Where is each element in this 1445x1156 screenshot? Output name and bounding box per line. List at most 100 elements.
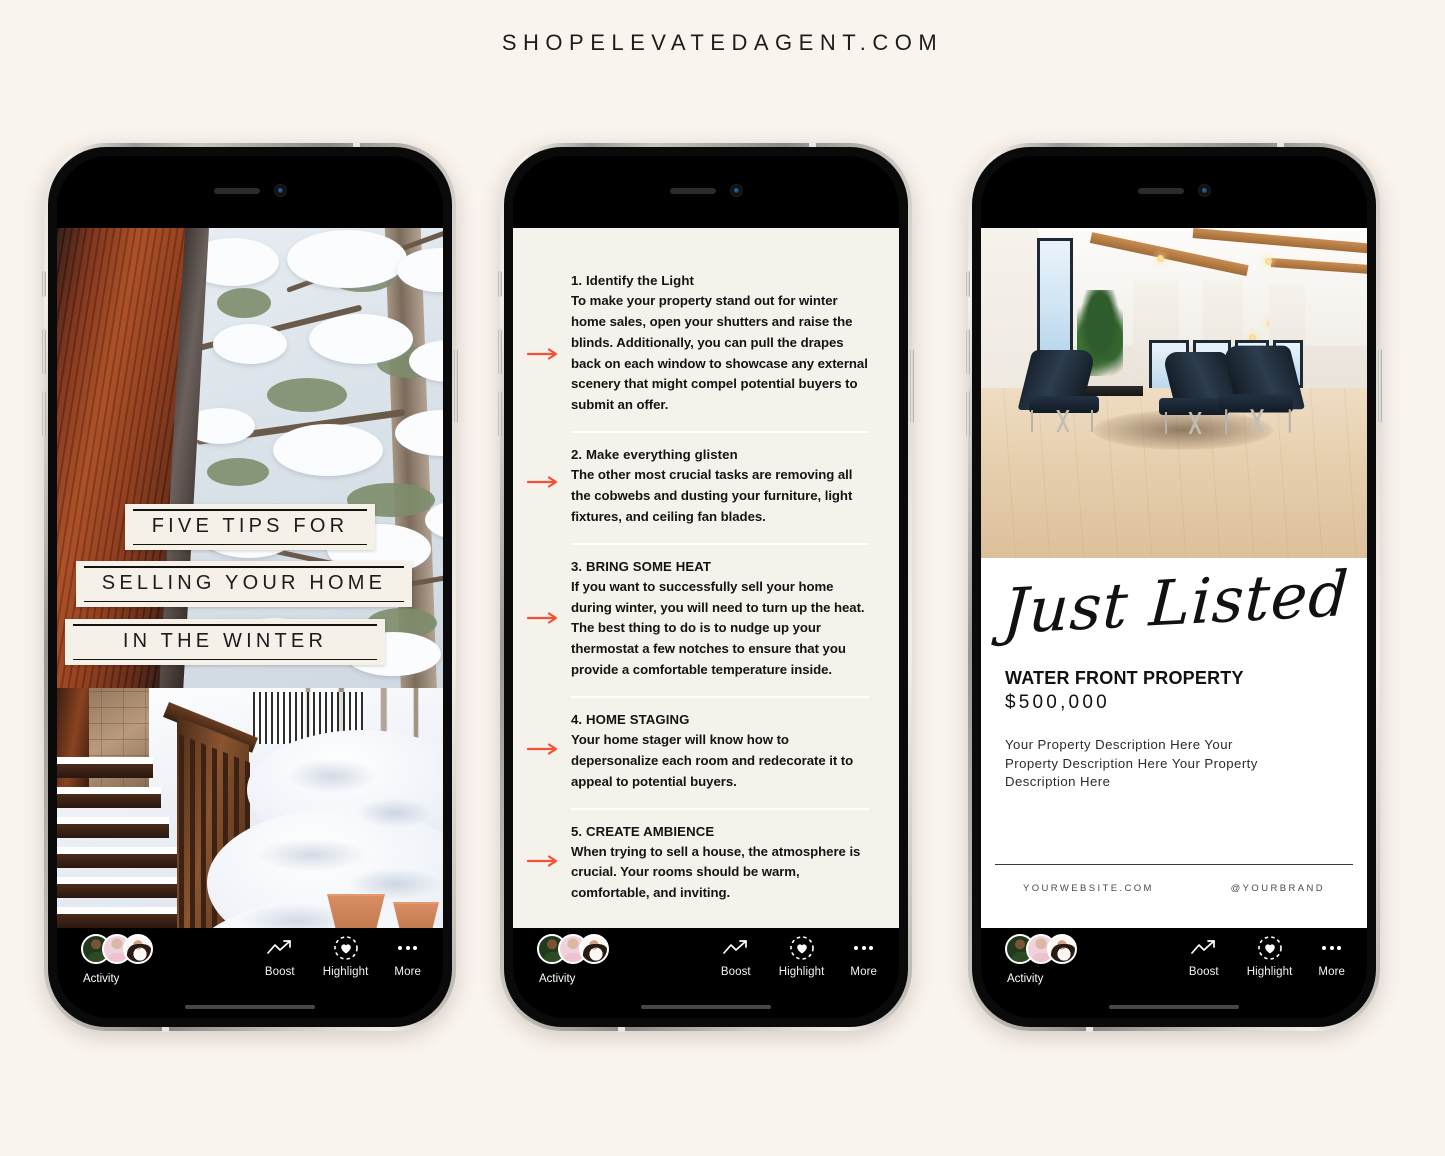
phone-screen: Just Listed WATER FRONT PROPERTY $500,00…	[981, 156, 1367, 1018]
antenna-line-bottom	[618, 1027, 625, 1032]
activity-button[interactable]: Activity	[1003, 934, 1077, 985]
mute-switch[interactable]	[498, 271, 502, 297]
highlight-button[interactable]: Highlight	[323, 934, 369, 978]
highlight-label: Highlight	[322, 966, 369, 978]
terracotta-pot-2	[393, 902, 439, 928]
just-listed-title: Just Listed	[1001, 556, 1352, 649]
power-button[interactable]	[454, 349, 458, 423]
earpiece-speaker-icon	[1137, 187, 1184, 194]
phone-screen: 1. Identify the Light To make your prope…	[513, 156, 899, 1018]
boost-button[interactable]: Boost	[1189, 934, 1219, 978]
activity-avatars	[79, 934, 153, 964]
activity-avatars	[1003, 934, 1077, 964]
tip-item: 5. CREATE AMBIENCE When trying to sell a…	[527, 823, 869, 905]
boost-label: Boost	[720, 966, 751, 978]
tip-heading: 2. Make everything glisten	[571, 447, 738, 463]
story-toolbar: Activity Boost Highlight More	[57, 934, 443, 1000]
heart-highlight-icon	[333, 934, 359, 962]
story-canvas-3[interactable]: Just Listed WATER FRONT PROPERTY $500,00…	[981, 228, 1367, 928]
antenna-line-top	[809, 142, 816, 147]
earpiece-speaker-icon	[213, 187, 260, 194]
antenna-line-top	[353, 142, 360, 147]
ellipsis-icon	[854, 934, 874, 962]
volume-up-button[interactable]	[966, 329, 970, 375]
boost-button[interactable]: Boost	[721, 934, 751, 978]
volume-up-button[interactable]	[42, 329, 46, 375]
activity-label: Activity	[83, 973, 120, 985]
avatar	[579, 934, 609, 964]
activity-avatars	[535, 934, 609, 964]
antenna-line-top	[1277, 142, 1284, 147]
tip-divider	[571, 431, 869, 434]
antenna-line-bottom	[162, 1027, 169, 1032]
tip-divider	[571, 807, 869, 810]
story-toolbar: Activity Boost Highlight More	[981, 934, 1367, 1000]
title-line-2: SELLING YOUR HOME	[101, 572, 387, 594]
power-button[interactable]	[1378, 349, 1382, 423]
tips-panel: 1. Identify the Light To make your prope…	[513, 228, 899, 928]
window	[1037, 238, 1073, 356]
page-title: SHOPELEVATEDAGENT.COM	[501, 30, 944, 55]
tip-item: 1. Identify the Light To make your prope…	[527, 273, 869, 416]
title-plate-1: FIVE TIPS FOR	[125, 504, 375, 550]
phone-mockup-3: Just Listed WATER FRONT PROPERTY $500,00…	[966, 142, 1382, 1032]
notch-area	[513, 184, 899, 197]
poster-canvas: SHOPELEVATEDAGENT.COM FIVE TIPS FOR SELL…	[0, 0, 1445, 1156]
tip-item: 4. HOME STAGING Your home stager will kn…	[527, 712, 869, 793]
home-indicator[interactable]	[185, 1005, 315, 1009]
listing-card: Just Listed WATER FRONT PROPERTY $500,00…	[981, 228, 1367, 928]
more-button[interactable]: More	[850, 934, 877, 978]
phone-mockup-1: FIVE TIPS FOR SELLING YOUR HOME IN THE W…	[42, 142, 458, 1032]
more-label: More	[850, 966, 877, 978]
ellipsis-icon	[398, 934, 418, 962]
tip-item: 2. Make everything glisten The other mos…	[527, 447, 869, 528]
story-title-block: FIVE TIPS FOR SELLING YOUR HOME IN THE W…	[57, 504, 443, 665]
property-name: WATER FRONT PROPERTY	[1005, 668, 1244, 688]
activity-button[interactable]: Activity	[79, 934, 153, 985]
boost-button[interactable]: Boost	[265, 934, 295, 978]
notch-area	[981, 184, 1367, 197]
activity-button[interactable]: Activity	[535, 934, 609, 985]
arrow-pointer-icon	[527, 742, 561, 756]
notch-area	[57, 184, 443, 197]
highlight-button[interactable]: Highlight	[1247, 934, 1293, 978]
volume-up-button[interactable]	[498, 329, 502, 375]
volume-down-button[interactable]	[498, 391, 502, 437]
property-price: $500,000	[1005, 692, 1110, 713]
activity-label: Activity	[539, 973, 576, 985]
volume-down-button[interactable]	[42, 391, 46, 437]
title-line-1: FIVE TIPS FOR	[151, 515, 349, 537]
lounge-chair	[1218, 345, 1306, 433]
phone-body: FIVE TIPS FOR SELLING YOUR HOME IN THE W…	[48, 147, 452, 1027]
tip-heading: 1. Identify the Light	[571, 273, 694, 288]
mute-switch[interactable]	[42, 271, 46, 297]
volume-down-button[interactable]	[966, 391, 970, 437]
title-plate-2: SELLING YOUR HOME	[76, 561, 412, 607]
front-camera-icon	[729, 184, 743, 197]
story-canvas-1[interactable]: FIVE TIPS FOR SELLING YOUR HOME IN THE W…	[57, 228, 443, 928]
antenna-line-bottom	[1086, 1027, 1093, 1032]
front-camera-icon	[1197, 184, 1211, 197]
ellipsis-icon	[1322, 934, 1342, 962]
tip-body: If you want to successfully sell your ho…	[571, 578, 865, 678]
heart-highlight-icon	[1257, 934, 1283, 962]
trending-up-icon	[266, 934, 293, 962]
story-canvas-2[interactable]: 1. Identify the Light To make your prope…	[513, 228, 899, 928]
home-indicator[interactable]	[1109, 1005, 1239, 1009]
more-label: More	[1318, 966, 1345, 978]
arrow-pointer-icon	[527, 347, 561, 361]
website-text: YOURWEBSITE.COM	[1023, 883, 1154, 894]
mute-switch[interactable]	[966, 271, 970, 297]
highlight-label: Highlight	[778, 966, 825, 978]
tip-body: When trying to sell a house, the atmosph…	[571, 843, 861, 901]
tip-heading: 3. BRING SOME HEAT	[571, 558, 712, 574]
highlight-button[interactable]: Highlight	[779, 934, 825, 978]
power-button[interactable]	[910, 349, 914, 423]
tip-heading: 5. CREATE AMBIENCE	[571, 823, 715, 839]
boost-label: Boost	[1188, 966, 1219, 978]
home-indicator[interactable]	[641, 1005, 771, 1009]
more-button[interactable]: More	[1318, 934, 1345, 978]
tip-body: Your home stager will know how to depers…	[571, 732, 854, 789]
trending-up-icon	[722, 934, 749, 962]
more-button[interactable]: More	[394, 934, 421, 978]
